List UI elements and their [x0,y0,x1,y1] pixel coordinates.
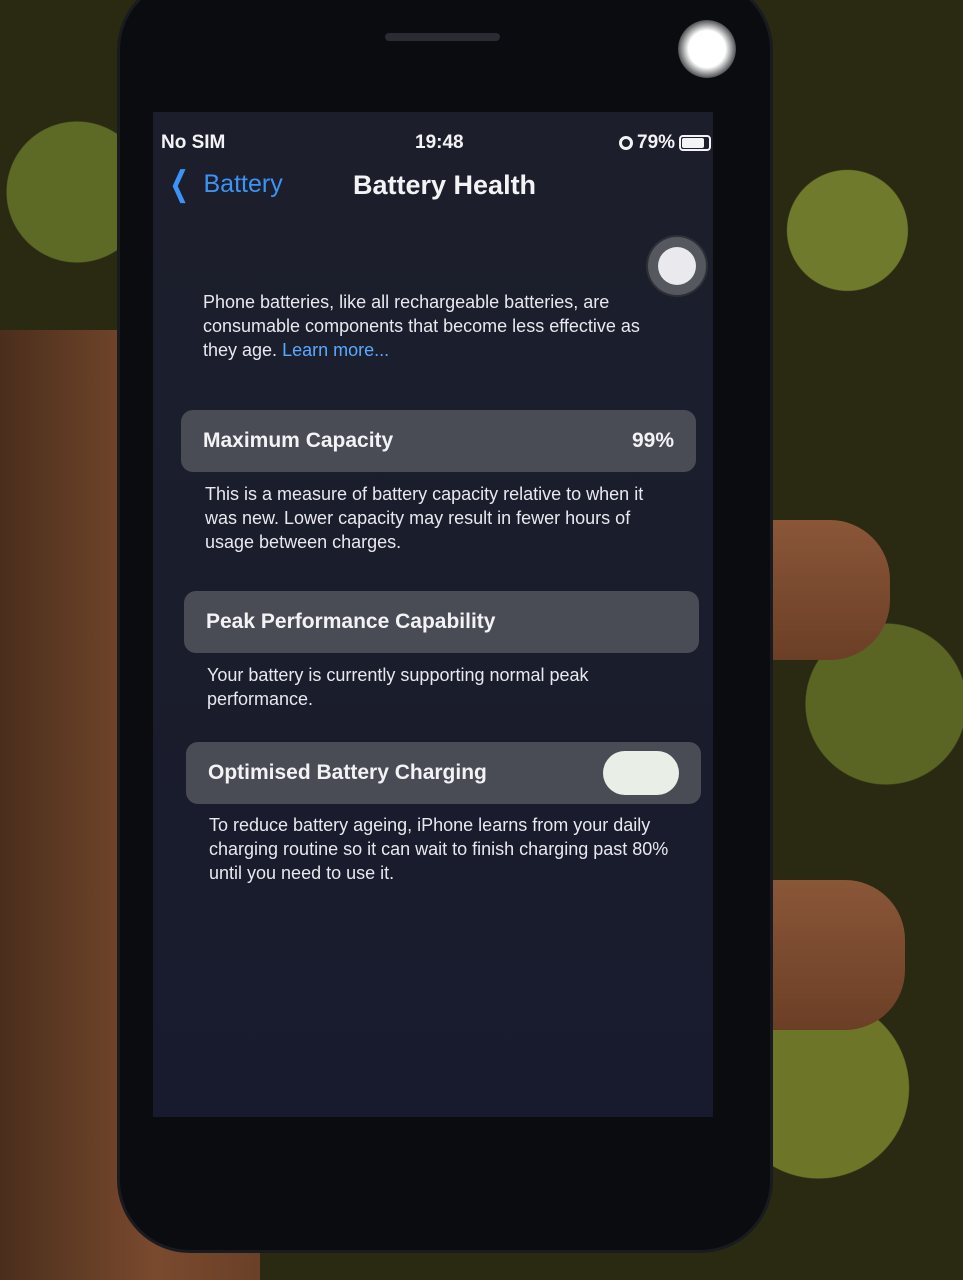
optimised-charging-description: To reduce battery ageing, iPhone learns … [209,815,669,883]
maximum-capacity-description: This is a measure of battery capacity re… [205,484,644,552]
back-label: Battery [203,169,283,198]
battery-percent: 79% [637,132,676,153]
battery-status: 79% [619,132,712,154]
page-title: Battery Health [353,170,537,200]
screen: No SIM 19:48 79% ❮ Battery Battery Healt… [153,112,713,1117]
intro-text: Phone batteries, like all rechargeable b… [203,290,673,362]
peak-performance-row: Peak Performance Capability [184,591,699,653]
orientation-lock-icon [619,136,633,150]
clock: 19:48 [415,132,464,153]
maximum-capacity-row: Maximum Capacity 99% [181,410,696,472]
maximum-capacity-value: 99% [631,429,674,452]
optimised-charging-toggle[interactable] [603,751,679,795]
optimised-charging-label: Optimised Battery Charging [208,761,487,784]
carrier-label: No SIM [161,132,226,153]
peak-performance-label: Peak Performance Capability [206,610,496,633]
camera-glare [678,20,736,78]
learn-more-link[interactable]: Learn more... [282,340,389,360]
chevron-left-icon: ❮ [169,165,190,203]
intro-body: Phone batteries, like all rechargeable b… [203,292,640,360]
back-button[interactable]: ❮ Battery [165,165,283,203]
battery-icon [679,135,712,151]
assistive-touch-button[interactable] [648,237,706,295]
optimised-charging-row: Optimised Battery Charging [186,742,701,804]
speaker-grille [385,33,500,41]
maximum-capacity-label: Maximum Capacity [203,429,394,452]
peak-performance-description: Your battery is currently supporting nor… [207,665,589,709]
